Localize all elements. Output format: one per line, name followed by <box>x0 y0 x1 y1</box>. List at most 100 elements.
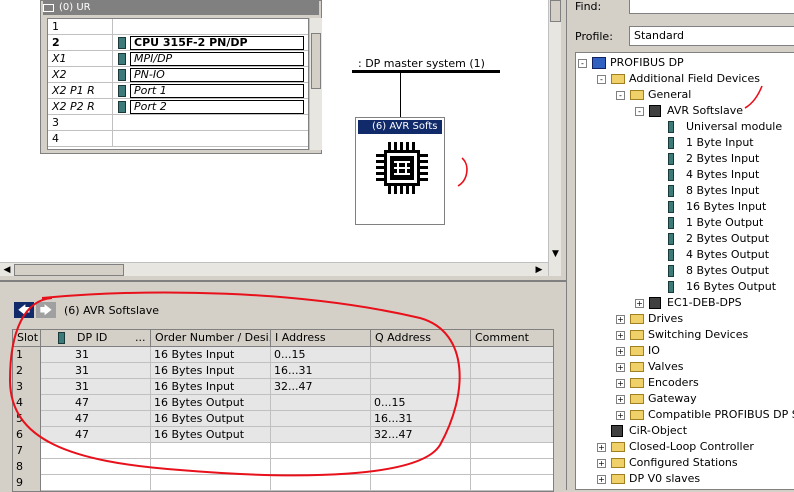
cell-comment[interactable] <box>471 475 553 491</box>
tree-node[interactable]: + DP V0 slaves <box>576 471 794 487</box>
tree-node[interactable]: 4 Bytes Output <box>576 247 794 263</box>
cell-comment[interactable] <box>471 443 553 459</box>
rack-table[interactable]: 1 2 CPU 315F-2 PN/DP X1 MPI/DP X2 PN-IO X2 P1 R… <box>47 18 309 150</box>
cell-i-address[interactable]: 32...47 <box>271 379 371 395</box>
cell-dp-id[interactable]: 31 <box>41 347 151 363</box>
cell-slot[interactable]: 4 <box>13 395 41 411</box>
cell-i-address[interactable]: 16...31 <box>271 363 371 379</box>
cell-comment[interactable] <box>471 411 553 427</box>
cell-q-address[interactable] <box>371 363 471 379</box>
cell-i-address[interactable]: 0...15 <box>271 347 371 363</box>
cell-order-number[interactable] <box>151 475 271 491</box>
cell-slot[interactable]: 7 <box>13 443 41 459</box>
table-row[interactable]: 1 31 16 Bytes Input 0...15 <box>13 347 553 363</box>
cell-order-number[interactable]: 16 Bytes Input <box>151 363 271 379</box>
cell-i-address[interactable] <box>271 411 371 427</box>
tree-node[interactable]: 1 Byte Output <box>576 215 794 231</box>
tree-node[interactable]: - Additional Field Devices <box>576 71 794 87</box>
collapse-icon[interactable]: - <box>597 75 606 84</box>
rack-row[interactable]: X2 P1 R Port 1 <box>48 83 308 99</box>
cell-order-number[interactable] <box>151 443 271 459</box>
tree-node[interactable]: - PROFIBUS DP <box>576 55 794 71</box>
expand-icon[interactable]: + <box>635 299 644 308</box>
col-i-address[interactable]: I Address <box>271 330 371 347</box>
cell-slot[interactable]: 3 <box>13 379 41 395</box>
table-row[interactable]: 6 47 16 Bytes Output 32...47 <box>13 427 553 443</box>
cell-q-address[interactable]: 32...47 <box>371 427 471 443</box>
cell-order-number[interactable]: 16 Bytes Output <box>151 411 271 427</box>
find-input[interactable] <box>629 0 794 14</box>
cell-i-address[interactable] <box>271 459 371 475</box>
cell-slot[interactable]: 8 <box>13 459 41 475</box>
cell-dp-id[interactable]: 47 <box>41 395 151 411</box>
tree-node[interactable]: 16 Bytes Output <box>576 279 794 295</box>
cell-comment[interactable] <box>471 459 553 475</box>
arrow-left-icon[interactable]: 🡄 <box>14 302 34 318</box>
cell-q-address[interactable] <box>371 379 471 395</box>
tree-node[interactable]: 2 Bytes Output <box>576 231 794 247</box>
col-order-number[interactable]: Order Number / Desi... <box>151 330 271 347</box>
table-row[interactable]: 4 47 16 Bytes Output 0...15 <box>13 395 553 411</box>
tree-node[interactable]: - General <box>576 87 794 103</box>
tree-node[interactable]: 16 Bytes Input <box>576 199 794 215</box>
collapse-icon[interactable]: - <box>616 91 625 100</box>
vertical-scroll-thumb[interactable] <box>550 0 561 22</box>
collapse-icon[interactable]: - <box>635 107 644 116</box>
table-row[interactable]: 2 31 16 Bytes Input 16...31 <box>13 363 553 379</box>
station-vertical-scrollbar[interactable]: ▼ <box>548 0 561 276</box>
rack-row[interactable]: X2 PN-IO <box>48 67 308 83</box>
cell-slot[interactable]: 5 <box>13 411 41 427</box>
tree-node[interactable]: + IO <box>576 343 794 359</box>
station-horizontal-scrollbar[interactable]: ◀ ▶ <box>0 262 548 276</box>
rack-ur[interactable]: (0) UR 1 2 CPU 315F-2 PN/DP X1 MPI/DP X2 PN-IO… <box>40 0 322 154</box>
cell-q-address[interactable] <box>371 475 471 491</box>
expand-icon[interactable]: + <box>597 459 606 468</box>
tree-node[interactable]: 4 Bytes Input <box>576 167 794 183</box>
table-row[interactable]: 9 <box>13 475 553 491</box>
rack-row[interactable]: 2 CPU 315F-2 PN/DP <box>48 35 308 51</box>
tree-node[interactable]: + Compatible PROFIBUS DP Sla <box>576 407 794 423</box>
tree-node[interactable]: + EC1-DEB-DPS <box>576 295 794 311</box>
collapse-icon[interactable]: - <box>578 59 587 68</box>
rack-row[interactable]: X2 P2 R Port 2 <box>48 99 308 115</box>
cell-dp-id[interactable]: 31 <box>41 363 151 379</box>
cell-i-address[interactable] <box>271 443 371 459</box>
tree-node[interactable]: 8 Bytes Input <box>576 183 794 199</box>
tree-node[interactable]: + Configured Stations <box>576 455 794 471</box>
tree-node[interactable]: + Switching Devices <box>576 327 794 343</box>
horizontal-scroll-thumb[interactable] <box>14 264 124 276</box>
cell-slot[interactable]: 2 <box>13 363 41 379</box>
col-slot[interactable]: Slot <box>13 330 41 347</box>
table-row[interactable]: 8 <box>13 459 553 475</box>
cell-i-address[interactable] <box>271 475 371 491</box>
tree-node[interactable]: + Closed-Loop Controller <box>576 439 794 455</box>
cell-q-address[interactable] <box>371 443 471 459</box>
tree-node[interactable]: + Encoders <box>576 375 794 391</box>
dp-master-bus-line[interactable] <box>352 70 500 73</box>
cell-order-number[interactable]: 16 Bytes Input <box>151 379 271 395</box>
expand-icon[interactable]: + <box>616 315 625 324</box>
scroll-down-icon[interactable]: ▼ <box>550 248 561 260</box>
cell-q-address[interactable] <box>371 459 471 475</box>
rack-row[interactable]: 1 <box>48 19 308 35</box>
tree-node[interactable]: - AVR Softslave <box>576 103 794 119</box>
cell-order-number[interactable]: 16 Bytes Output <box>151 427 271 443</box>
col-q-address[interactable]: Q Address <box>371 330 471 347</box>
expand-icon[interactable]: + <box>616 395 625 404</box>
cell-order-number[interactable]: 16 Bytes Output <box>151 395 271 411</box>
cell-comment[interactable] <box>471 395 553 411</box>
cell-comment[interactable] <box>471 379 553 395</box>
expand-icon[interactable]: + <box>616 331 625 340</box>
rack-row[interactable]: 3 <box>48 115 308 131</box>
cell-i-address[interactable] <box>271 427 371 443</box>
arrow-right-icon[interactable]: 🡆 <box>36 302 56 318</box>
tree-node[interactable]: 1 Byte Input <box>576 135 794 151</box>
tree-node[interactable]: + Valves <box>576 359 794 375</box>
expand-icon[interactable]: + <box>616 347 625 356</box>
cell-q-address[interactable]: 16...31 <box>371 411 471 427</box>
cell-dp-id[interactable]: 47 <box>41 427 151 443</box>
expand-icon[interactable]: + <box>597 475 606 484</box>
rack-scroll-thumb[interactable] <box>311 33 321 89</box>
tree-node[interactable]: + Drives <box>576 311 794 327</box>
cell-order-number[interactable] <box>151 459 271 475</box>
